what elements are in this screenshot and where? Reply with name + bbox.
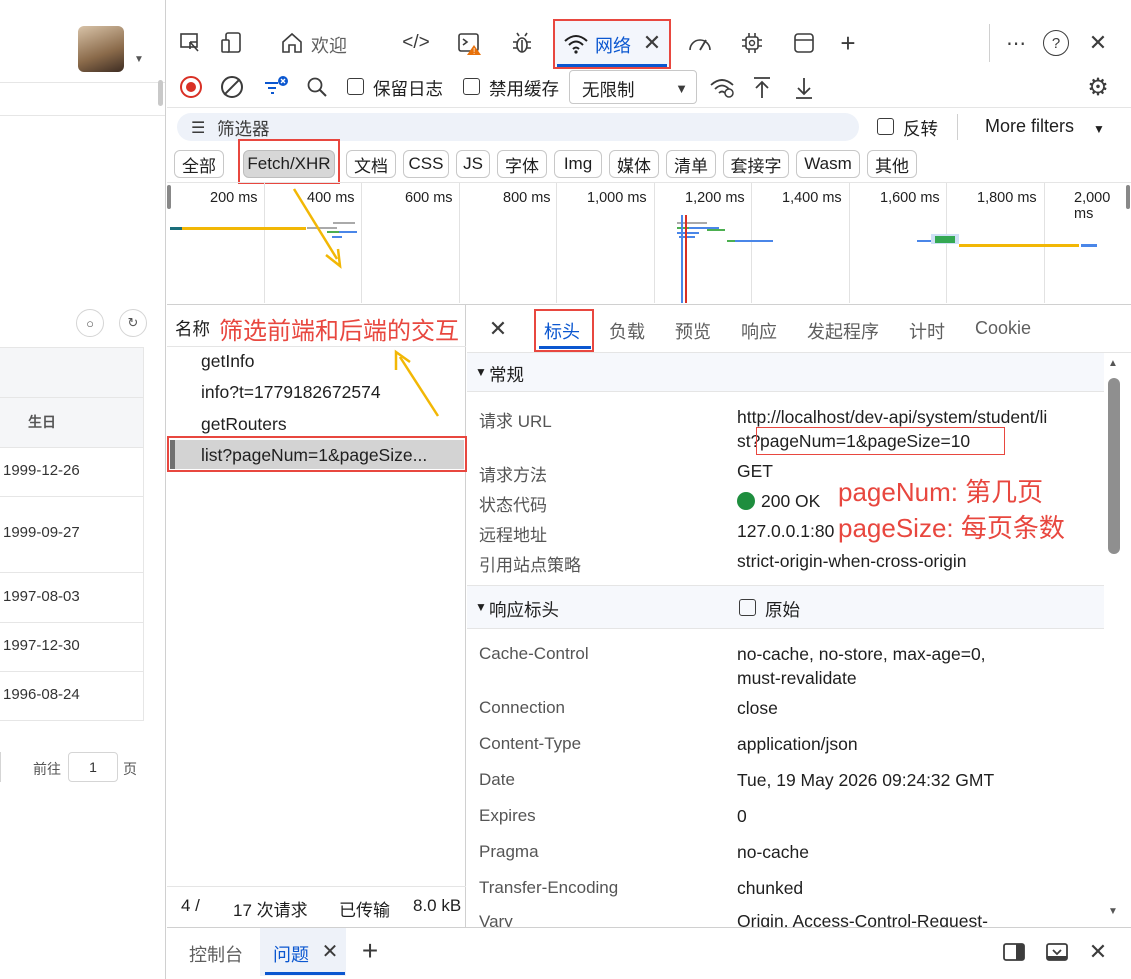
annotation-arrows <box>292 188 440 417</box>
